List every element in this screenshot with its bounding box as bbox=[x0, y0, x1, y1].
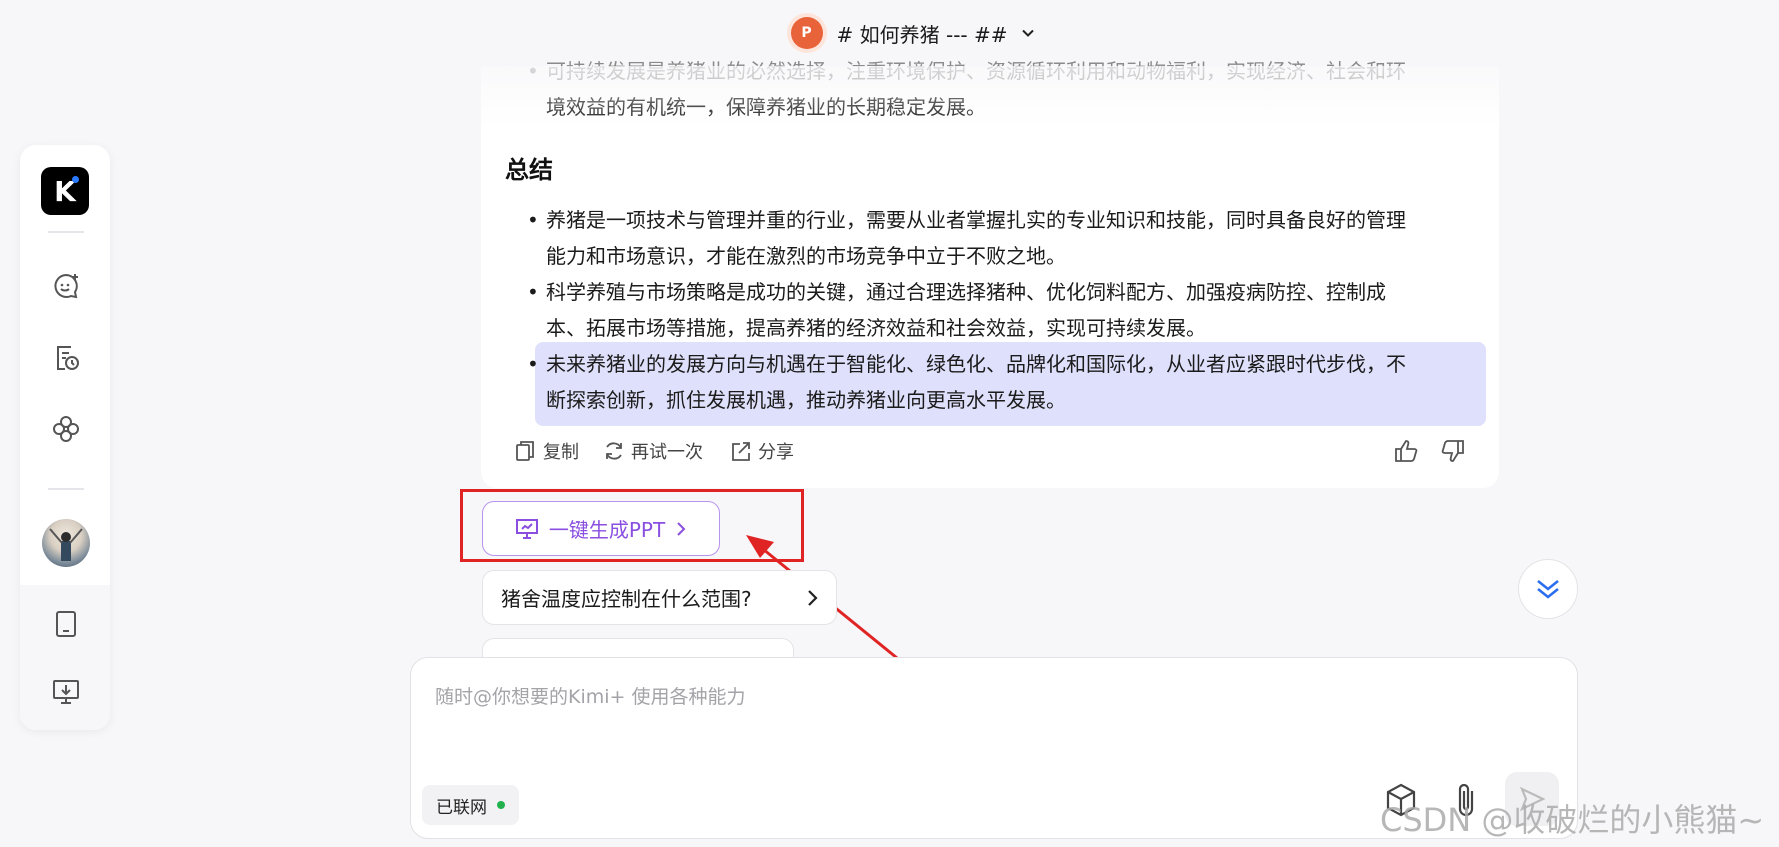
copy-button[interactable]: 复制 bbox=[515, 438, 579, 464]
copy-icon bbox=[515, 440, 537, 462]
desktop-download-icon[interactable] bbox=[47, 673, 85, 711]
scroll-to-bottom-button[interactable] bbox=[1518, 559, 1578, 619]
online-indicator bbox=[497, 801, 505, 809]
network-status-toggle[interactable]: 已联网 bbox=[422, 785, 519, 825]
history-icon[interactable] bbox=[47, 339, 85, 377]
network-status-label: 已联网 bbox=[436, 797, 487, 818]
retry-button[interactable]: 再试一次 bbox=[603, 438, 703, 464]
chevron-down-icon bbox=[1021, 27, 1034, 39]
watermark: CSDN @收破烂的小熊猫~ bbox=[1380, 801, 1765, 839]
list-item: 未来养猪业的发展方向与机遇在于智能化、绿色化、品牌化和国际化，从业者应紧跟时代步… bbox=[527, 346, 1466, 418]
avatar[interactable] bbox=[42, 519, 90, 567]
list-item: 可持续发展是养猪业的必然选择，注重环境保护、资源循环利用和动物福利，实现经济、社… bbox=[527, 53, 1466, 125]
ppt-file-icon: P bbox=[790, 17, 823, 49]
tablet-icon[interactable] bbox=[47, 605, 85, 643]
suggested-question-label: 猪舍温度应控制在什么范围? bbox=[501, 587, 752, 611]
kimi-logo[interactable]: K bbox=[41, 167, 89, 215]
refresh-icon bbox=[603, 440, 625, 462]
share-button[interactable]: 分享 bbox=[730, 438, 794, 464]
sidebar-divider bbox=[48, 231, 84, 233]
sidebar: K bbox=[20, 145, 110, 730]
chat-input-placeholder[interactable]: 随时@你想要的Kimi+ 使用各种能力 bbox=[435, 682, 746, 709]
sidebar-bottom bbox=[20, 585, 110, 730]
new-chat-icon[interactable] bbox=[47, 267, 85, 305]
page-title: # 如何养猪 --- ## bbox=[836, 22, 1008, 47]
suggested-question[interactable]: 猪舍温度应控制在什么范围? bbox=[482, 570, 837, 625]
sidebar-divider bbox=[48, 488, 84, 490]
copy-label: 复制 bbox=[543, 442, 579, 463]
share-icon bbox=[730, 440, 752, 462]
thumbs-up-button[interactable] bbox=[1393, 438, 1419, 464]
thumbs-down-icon bbox=[1440, 438, 1466, 464]
thumbs-down-button[interactable] bbox=[1440, 438, 1466, 464]
kimi-plus-icon[interactable] bbox=[47, 410, 85, 448]
chevron-right-icon bbox=[806, 589, 818, 607]
list-item: 养猪是一项技术与管理并重的行业，需要从业者掌握扎实的专业知识和技能，同时具备良好… bbox=[527, 202, 1466, 274]
double-chevron-down-icon bbox=[1535, 577, 1561, 601]
list-item: 科学养殖与市场策略是成功的关键，通过合理选择猪种、优化饲料配方、加强疫病防控、控… bbox=[527, 274, 1466, 346]
document-title-dropdown[interactable]: P # 如何养猪 --- ## bbox=[790, 17, 1034, 49]
retry-label: 再试一次 bbox=[631, 442, 703, 463]
thumbs-up-icon bbox=[1393, 438, 1419, 464]
share-label: 分享 bbox=[758, 442, 794, 463]
section-heading: 总结 bbox=[505, 156, 553, 184]
